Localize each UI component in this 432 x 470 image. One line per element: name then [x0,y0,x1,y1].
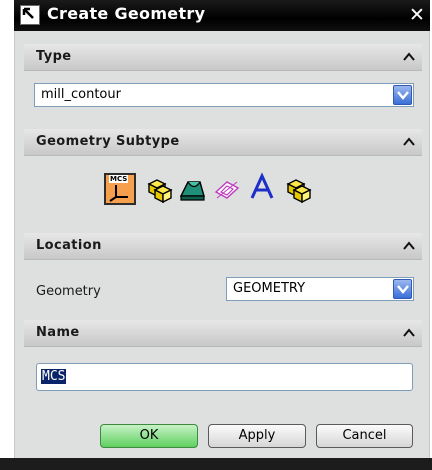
subtype-section-header[interactable]: Geometry Subtype [24,129,422,156]
bottom-border [0,458,432,470]
location-section-header[interactable]: Location [24,233,422,260]
collapse-icon[interactable] [402,50,416,64]
dialog-title: Create Geometry [47,4,206,23]
geometry-combobox[interactable]: GEOMETRY [226,277,414,301]
background-strip [0,0,14,458]
mill-geom-icon[interactable] [284,176,312,204]
name-section-header[interactable]: Name [24,320,422,347]
type-section-header[interactable]: Type [24,44,422,71]
subtype-section-body: MCS [24,156,422,226]
create-geometry-dialog: Create Geometry ✕ Type mill_contour Geom… [0,0,432,470]
subtype-section-label: Geometry Subtype [36,134,180,149]
name-input[interactable]: MCS [36,363,413,391]
type-section-label: Type [36,49,72,64]
collapse-icon[interactable] [402,239,416,253]
collapse-icon[interactable] [402,326,416,340]
workpiece-icon[interactable] [145,176,173,204]
type-combobox[interactable]: mill_contour [34,83,414,107]
type-section-body: mill_contour [24,71,422,117]
chevron-down-icon[interactable] [393,85,412,105]
mill-text-icon[interactable] [247,172,277,200]
title-bar[interactable]: Create Geometry ✕ [14,0,430,31]
dialog-icon [20,5,40,25]
location-section-label: Location [36,238,102,253]
close-icon[interactable]: ✕ [406,3,428,27]
chevron-down-icon[interactable] [393,279,412,299]
mcs-icon [109,185,128,202]
name-input-value: MCS [41,369,67,384]
mcs-subtype-button[interactable]: MCS [104,173,136,205]
location-section-body: Geometry GEOMETRY [24,260,422,312]
geometry-field-label: Geometry [36,284,101,299]
apply-button[interactable]: Apply [208,424,306,448]
ok-button[interactable]: OK [100,424,198,448]
type-combobox-value: mill_contour [41,87,121,102]
collapse-icon[interactable] [402,135,416,149]
mill-area-icon[interactable] [178,176,206,204]
cancel-button[interactable]: Cancel [316,424,413,448]
name-section-label: Name [36,325,80,340]
geometry-combobox-value: GEOMETRY [233,281,306,296]
mill-boundary-icon[interactable] [213,176,241,204]
